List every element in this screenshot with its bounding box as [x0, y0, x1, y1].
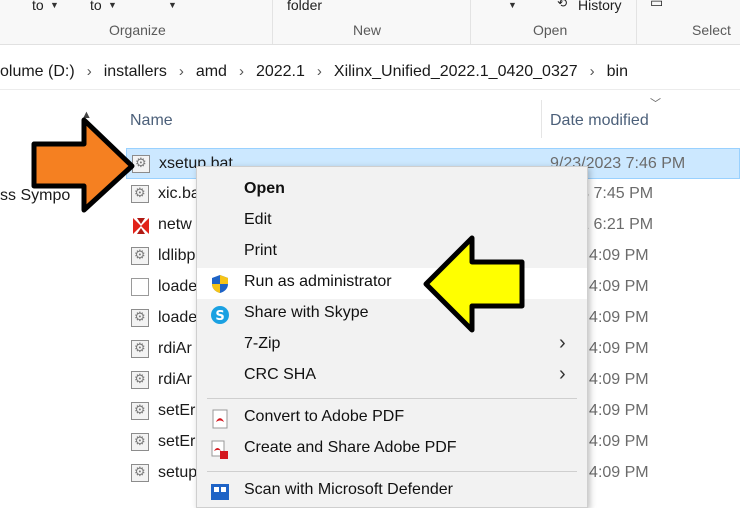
history-icon: ⟲ [557, 0, 568, 10]
menu-item-label: Create and Share Adobe PDF [244, 439, 457, 456]
chevron-right-icon[interactable]: › [590, 63, 595, 80]
ribbon-history-button[interactable]: History [578, 0, 622, 13]
ribbon-new-folder-button[interactable]: folder [287, 0, 322, 13]
ribbon: to ▼ to ▼ ▼ folder ▼ ⟲ History ▭ Organiz… [0, 0, 740, 45]
ribbon-group-select: Select [692, 22, 731, 38]
menu-item-label: Convert to Adobe PDF [244, 408, 405, 425]
menu-item-crc-sha[interactable]: CRC SHA › [197, 361, 587, 392]
file-icon [131, 278, 149, 296]
ribbon-group-new: New [353, 22, 382, 38]
menu-item-run-as-administrator[interactable]: Run as administrator [197, 268, 587, 299]
menu-item-open[interactable]: Open [197, 175, 587, 206]
ribbon-separator [470, 0, 471, 44]
menu-item-scan-defender[interactable]: Scan with Microsoft Defender [197, 476, 587, 507]
column-header-date-modified[interactable]: Date modified [550, 112, 649, 130]
xilinx-icon [131, 216, 149, 234]
chevron-down-icon: ▼ [108, 0, 117, 10]
chevron-right-icon[interactable]: › [179, 63, 184, 80]
bat-file-icon [131, 464, 149, 482]
menu-item-print[interactable]: Print [197, 237, 587, 268]
ribbon-group-open: Open [533, 22, 568, 38]
file-name: loade [158, 278, 198, 295]
menu-item-edit[interactable]: Edit [197, 206, 587, 237]
chevron-right-icon[interactable]: › [239, 63, 244, 80]
orange-arrow-annotation [31, 117, 135, 213]
breadcrumb-item[interactable]: amd [196, 63, 227, 81]
context-menu: Open Edit Print Run as administrator S S… [196, 166, 588, 508]
file-name: netw [158, 216, 192, 233]
invert-selection-icon: ▭ [650, 0, 664, 10]
breadcrumb: olume (D:) › installers › amd › 2022.1 › Xilinx_… [0, 63, 628, 81]
ribbon-separator [272, 0, 273, 44]
address-bar[interactable]: olume (D:) › installers › amd › 2022.1 › Xilinx_… [0, 55, 740, 90]
file-name: setEr [158, 402, 196, 419]
menu-item-label: Scan with Microsoft Defender [244, 481, 453, 498]
chevron-down-icon: ▼ [168, 0, 177, 10]
bat-file-icon [131, 309, 149, 327]
bat-file-icon [131, 371, 149, 389]
adobe-pdf-icon [210, 409, 230, 429]
bat-file-icon [131, 402, 149, 420]
bat-file-icon [131, 340, 149, 358]
menu-item-label: CRC SHA [244, 366, 317, 383]
chevron-down-icon: ▼ [508, 0, 517, 10]
menu-item-label: Run as administrator [244, 273, 392, 290]
skype-icon: S [210, 305, 230, 325]
file-name: rdiAr [158, 340, 192, 357]
defender-icon [210, 482, 230, 502]
breadcrumb-item[interactable]: installers [104, 63, 167, 81]
menu-item-7zip[interactable]: 7-Zip › [197, 330, 587, 361]
bat-file-icon [131, 433, 149, 451]
chevron-down-icon: ▼ [50, 0, 59, 10]
menu-item-label: Print [244, 242, 277, 259]
breadcrumb-item[interactable]: Xilinx_Unified_2022.1_0420_0327 [334, 63, 578, 81]
chevron-right-icon[interactable]: › [317, 63, 322, 80]
ribbon-copy-to-button[interactable]: to [90, 0, 102, 13]
menu-item-convert-to-adobe-pdf[interactable]: Convert to Adobe PDF [197, 403, 587, 434]
file-name: rdiAr [158, 371, 192, 388]
uac-shield-icon [210, 274, 230, 294]
chevron-right-icon: › [559, 332, 566, 354]
menu-item-label: Edit [244, 211, 272, 228]
file-name: setEr [158, 433, 196, 450]
chevron-right-icon[interactable]: › [87, 63, 92, 80]
adobe-pdf-share-icon [210, 440, 230, 460]
svg-text:S: S [215, 309, 224, 324]
menu-item-label: Share with Skype [244, 304, 369, 321]
menu-separator [207, 398, 577, 399]
bat-file-icon [131, 247, 149, 265]
menu-item-label: Open [244, 180, 285, 197]
breadcrumb-item[interactable]: bin [607, 63, 628, 81]
breadcrumb-item[interactable]: olume (D:) [0, 63, 75, 81]
yellow-arrow-annotation [423, 235, 525, 333]
menu-item-create-share-adobe-pdf[interactable]: Create and Share Adobe PDF [197, 434, 587, 465]
breadcrumb-item[interactable]: 2022.1 [256, 63, 305, 81]
ribbon-separator [636, 0, 637, 44]
chevron-right-icon: › [559, 363, 566, 385]
file-name: loade [158, 309, 198, 326]
ribbon-group-organize: Organize [109, 22, 166, 38]
ribbon-move-to-button[interactable]: to [32, 0, 44, 13]
file-name: ldlibp [158, 247, 196, 264]
menu-separator [207, 471, 577, 472]
menu-item-label: 7-Zip [244, 335, 281, 352]
menu-item-share-with-skype[interactable]: S Share with Skype [197, 299, 587, 330]
file-name: setup [158, 464, 198, 481]
column-divider[interactable] [541, 100, 542, 138]
file-name: xic.ba [158, 185, 200, 202]
sort-chevron-icon: ﹀ [650, 98, 661, 110]
